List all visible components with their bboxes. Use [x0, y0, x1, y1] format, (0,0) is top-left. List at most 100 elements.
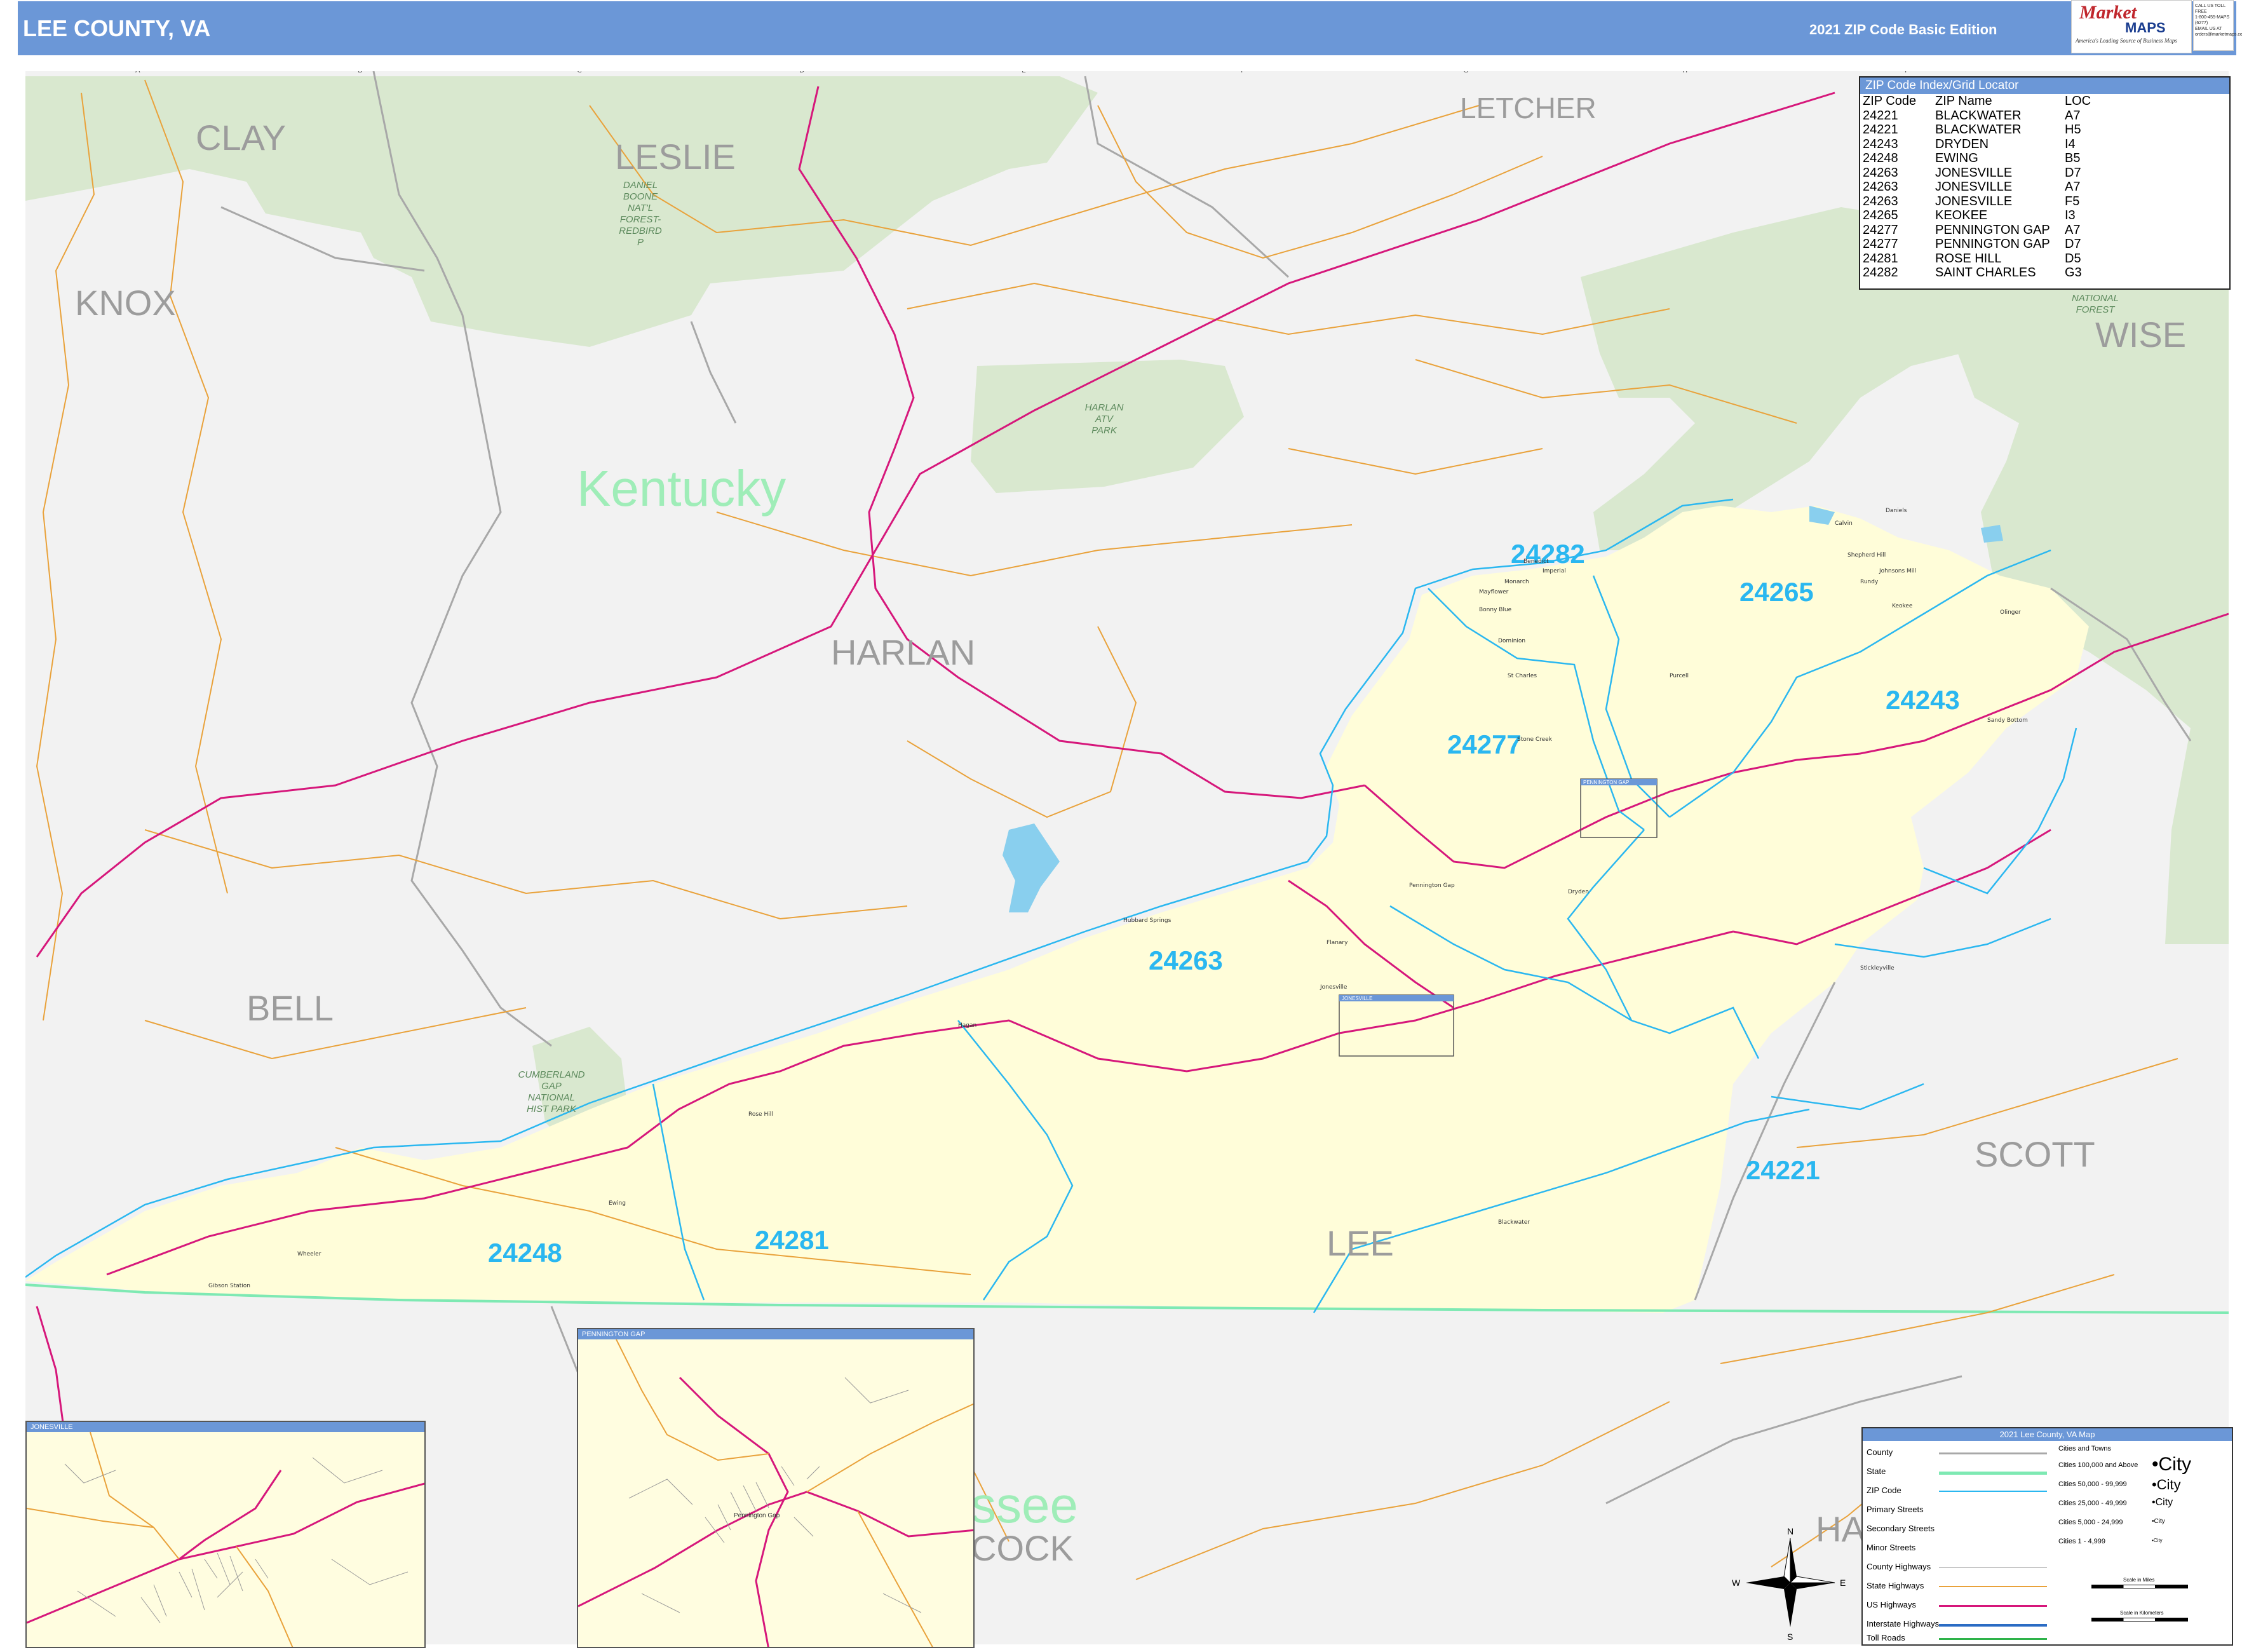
legend-city-symbol: •City	[2152, 1518, 2165, 1525]
svg-text:Sandy Bottom: Sandy Bottom	[1987, 717, 2028, 724]
map-legend: 2021 Lee County, VA Map County State ZIP…	[1861, 1427, 2233, 1646]
compass-w: W	[1732, 1578, 1741, 1588]
legend-state: State	[1867, 1466, 1886, 1476]
legend-us-hwy-line	[1939, 1605, 2047, 1607]
zip-index-table: ZIP Code Index/Grid Locator ZIP Code ZIP…	[1859, 76, 2231, 290]
svg-text:Stone Creek: Stone Creek	[1517, 736, 1553, 743]
state-label-kentucky: Kentucky	[577, 460, 786, 517]
scale-bar-miles	[2091, 1585, 2188, 1588]
svg-text:Dominion: Dominion	[1498, 638, 1525, 644]
contact-box: CALL US TOLL FREE 1-800-455-MAPS (6277) …	[2193, 0, 2242, 51]
zip-index-grid: ZIP Code ZIP Name LOC 24221 BLACKWATER A7 …	[1861, 94, 2092, 280]
legend-state-line	[1939, 1472, 2047, 1475]
pond	[1981, 525, 2003, 543]
legend-toll-line	[1939, 1638, 2047, 1640]
legend-title: 2021 Lee County, VA Map	[1863, 1428, 2232, 1441]
legend-city-range: Cities 100,000 and Above	[2058, 1461, 2138, 1469]
svg-text:Pennington Gap: Pennington Gap	[1409, 883, 1455, 889]
svg-text:Olinger: Olinger	[2000, 609, 2021, 616]
svg-text:Calvin: Calvin	[1835, 520, 1853, 527]
county-label-lee: LEE	[1327, 1223, 1394, 1263]
logo-word-maps: MAPS	[2125, 20, 2166, 36]
contact-line: 1-800-455-MAPS (6277)	[2195, 15, 2230, 25]
svg-text:Hagan: Hagan	[958, 1022, 976, 1029]
county-label-harlan: HARLAN	[831, 632, 975, 672]
inset-pennington-roads: Pennington Gap	[578, 1339, 973, 1647]
svg-text:Blackwater: Blackwater	[1498, 1219, 1530, 1226]
legend-zip: ZIP Code	[1867, 1486, 1901, 1495]
scale-km-label: Scale in Kilometers	[2120, 1610, 2164, 1616]
svg-text:Flanary: Flanary	[1327, 940, 1348, 946]
zip-label: 24281	[755, 1225, 829, 1255]
county-map[interactable]: A B C D E F G H I 1 2 3 4 5 6 7 CLAY LES…	[18, 67, 2236, 1648]
svg-text:Mayflower: Mayflower	[1479, 589, 1509, 595]
legend-secondary: Secondary Streets	[1867, 1524, 1935, 1533]
legend-state-hwy: State Highways	[1867, 1581, 1924, 1590]
legend-cities-header: Cities and Towns	[2058, 1445, 2111, 1452]
legend-city-symbol: •City	[2152, 1538, 2163, 1543]
table-row: 24277 PENNINGTON GAP A7	[1863, 222, 2081, 237]
svg-text:Benedict: Benedict	[1523, 559, 1549, 565]
edition-label: 2021 ZIP Code Basic Edition	[1809, 22, 1997, 37]
compass-n: N	[1787, 1526, 1793, 1536]
title-bar: LEE COUNTY, VA 2021 ZIP Code Basic Editi…	[18, 1, 2236, 55]
inset-map-jonesville[interactable]: JONESVILLE	[25, 1421, 426, 1648]
legend-city-symbol: •City	[2152, 1454, 2192, 1475]
svg-text:Imperial: Imperial	[1543, 568, 1566, 574]
legend-county-line	[1939, 1452, 2047, 1454]
inset-title: JONESVILLE	[27, 1422, 424, 1432]
col-header: ZIP Name	[1935, 94, 1992, 108]
legend-city-range: Cities 1 - 4,999	[2058, 1538, 2105, 1545]
table-row: 24221 BLACKWATER A7	[1863, 108, 2081, 123]
county-label-knox: KNOX	[75, 283, 176, 323]
legend-us-hwy: US Highways	[1867, 1600, 1917, 1609]
compass-e: E	[1840, 1578, 1846, 1588]
zip-label: 24243	[1886, 685, 1960, 715]
svg-text:Hubbard Springs: Hubbard Springs	[1123, 917, 1172, 924]
contact-line: orders@marketmaps.com	[2195, 32, 2242, 37]
svg-text:CUMBERLANDGAPNATIONALHIST PARK: CUMBERLAND GAP NATIONAL HIST PARK	[518, 1069, 584, 1114]
inset-locator-title: PENNINGTON GAP	[1583, 780, 1629, 785]
zip-label: 24263	[1149, 945, 1223, 975]
legend-city-range: Cities 25,000 - 49,999	[2058, 1500, 2127, 1507]
inset-map-pennington[interactable]: PENNINGTON GAP Pennington Gap	[577, 1328, 975, 1648]
table-row: 24243 DRYDEN I4	[1863, 137, 2076, 151]
legend-interstate-line	[1939, 1624, 2047, 1627]
svg-text:Ewing: Ewing	[609, 1200, 626, 1207]
legend-city-symbol: •City	[2152, 1497, 2173, 1508]
legend-city-range: Cities 50,000 - 99,999	[2058, 1480, 2127, 1488]
zip-label: 24277	[1447, 729, 1522, 759]
logo-tagline: America's Leading Source of Business Map…	[2076, 37, 2177, 44]
scale-miles-label: Scale in Miles	[2123, 1577, 2155, 1583]
table-row: 24221 BLACKWATER H5	[1863, 123, 2081, 137]
table-row: 24282 SAINT CHARLES G3	[1863, 266, 2082, 280]
zip-label: 24265	[1739, 577, 1814, 607]
inset-town-label: Pennington Gap	[734, 1512, 780, 1519]
table-row: 24248 EWING B5	[1863, 151, 2081, 165]
county-label-clay: CLAY	[196, 118, 286, 158]
legend-toll: Toll Roads	[1867, 1633, 1905, 1642]
scale-bar-km	[2091, 1618, 2188, 1622]
legend-zip-line	[1939, 1491, 2047, 1492]
legend-minor: Minor Streets	[1867, 1543, 1916, 1552]
county-label-leslie: LESLIE	[615, 137, 736, 177]
svg-text:Rose Hill: Rose Hill	[748, 1111, 773, 1118]
inset-title: PENNINGTON GAP	[578, 1329, 973, 1339]
county-label-scott: SCOTT	[1975, 1134, 2095, 1174]
legend-state-hwy-line	[1939, 1586, 2047, 1587]
county-label-wise: WISE	[2095, 315, 2186, 355]
zip-index-title: ZIP Code Index/Grid Locator	[1860, 78, 2229, 94]
county-label-letcher: LETCHER	[1460, 91, 1597, 125]
svg-text:Rundy: Rundy	[1860, 579, 1879, 585]
compass-s: S	[1787, 1632, 1793, 1642]
table-row: 24263 JONESVILLE F5	[1863, 194, 2080, 208]
col-header: ZIP Code	[1863, 94, 1917, 108]
table-row: 24265 KEOKEE I3	[1863, 208, 2076, 222]
svg-text:Purcell: Purcell	[1670, 673, 1689, 679]
legend-primary: Primary Streets	[1867, 1505, 1924, 1514]
inset-jonesville-roads	[27, 1432, 424, 1647]
zip-label: 24248	[488, 1238, 562, 1268]
market-maps-logo[interactable]: Market MAPS America's Leading Source of …	[2071, 0, 2192, 53]
county-label-cock: COCK	[971, 1528, 1074, 1568]
state-label-tennessee: ssee	[971, 1477, 1078, 1533]
